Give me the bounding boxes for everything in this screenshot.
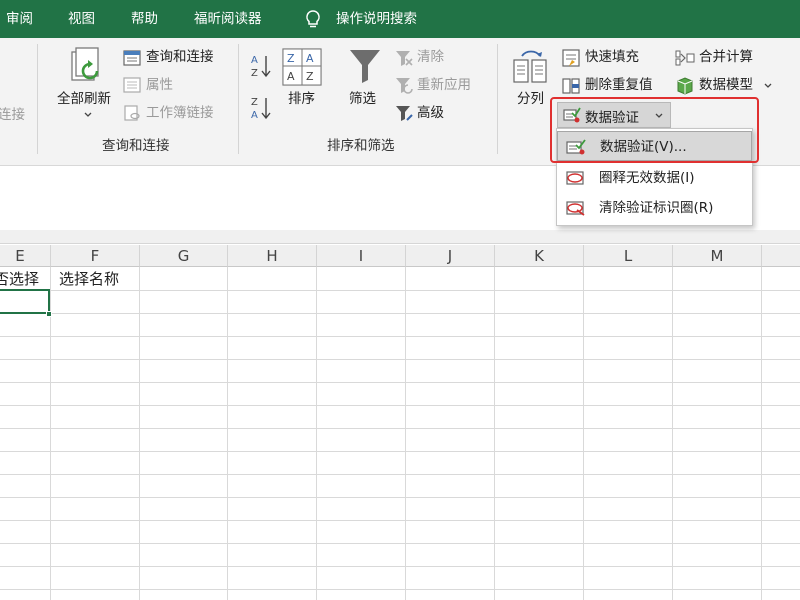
- column-header-n[interactable]: [762, 245, 800, 267]
- grid-line: [761, 267, 762, 600]
- svg-text:A: A: [287, 70, 295, 83]
- sort-button[interactable]: 排序: [288, 90, 315, 108]
- grid-line: [0, 428, 800, 429]
- sort-descending-icon[interactable]: Z A: [250, 94, 272, 122]
- advanced-filter-icon[interactable]: [395, 104, 413, 122]
- grid-line: [672, 267, 673, 600]
- grid-line: [0, 474, 800, 475]
- column-header-f[interactable]: F: [51, 245, 140, 267]
- grid-line: [0, 543, 800, 544]
- fill-handle[interactable]: [46, 311, 52, 317]
- menu-item-clear-circles[interactable]: 清除验证标识圈(R): [557, 193, 752, 223]
- grid-line: [0, 359, 800, 360]
- filter-funnel-icon[interactable]: [348, 48, 382, 84]
- grid-line: [0, 589, 800, 590]
- advanced-button[interactable]: 高级: [417, 104, 444, 122]
- text-to-columns-icon[interactable]: [512, 48, 550, 88]
- svg-text:Z: Z: [287, 52, 295, 65]
- svg-text:Z: Z: [306, 70, 314, 83]
- selected-cell-e2[interactable]: [0, 289, 50, 314]
- circle-invalid-data-icon: [566, 171, 584, 185]
- consolidate-button[interactable]: 合并计算: [699, 48, 753, 66]
- svg-text:Z: Z: [251, 97, 258, 108]
- grid-line: [139, 267, 140, 600]
- chevron-down-icon[interactable]: [83, 111, 93, 119]
- edit-links-icon: [124, 105, 140, 121]
- column-header-g[interactable]: G: [140, 245, 228, 267]
- grid-line: [0, 313, 800, 314]
- group-label-sort-filter: 排序和筛选: [327, 138, 395, 154]
- svg-text:A: A: [306, 52, 314, 65]
- grid-line: [0, 497, 800, 498]
- data-model-button[interactable]: 数据模型: [699, 76, 753, 94]
- reapply-button: 重新应用: [417, 77, 471, 93]
- ribbon-separator: [37, 44, 38, 154]
- grid-line: [0, 290, 800, 291]
- consolidate-icon[interactable]: [675, 49, 695, 67]
- query-connections-icon[interactable]: [123, 50, 141, 66]
- svg-text:A: A: [251, 110, 258, 121]
- tell-me-search[interactable]: 操作说明搜索: [336, 0, 417, 38]
- menu-item-label: 清除验证标识圈(R): [599, 200, 714, 216]
- column-header-e[interactable]: E: [0, 245, 51, 267]
- refresh-all-icon[interactable]: [68, 46, 108, 88]
- group-label-query: 查询和连接: [102, 138, 170, 154]
- filter-button[interactable]: 筛选: [349, 90, 376, 108]
- sort-ascending-icon[interactable]: A Z: [250, 52, 272, 80]
- grid-line: [0, 382, 800, 383]
- column-header-j[interactable]: J: [406, 245, 495, 267]
- red-highlight-annotation: [550, 97, 759, 163]
- column-header-h[interactable]: H: [228, 245, 317, 267]
- column-header-m[interactable]: M: [673, 245, 762, 267]
- column-header-k[interactable]: K: [495, 245, 584, 267]
- grid-line: [227, 267, 228, 600]
- grid-line: [0, 520, 800, 521]
- clear-button: 清除: [417, 49, 444, 65]
- column-header-i[interactable]: I: [317, 245, 406, 267]
- menu-bar: 审阅 视图 帮助 福昕阅读器 操作说明搜索: [0, 0, 800, 38]
- refresh-all-button[interactable]: 全部刷新: [57, 90, 111, 108]
- svg-text:A: A: [251, 55, 258, 66]
- tab-foxit-reader[interactable]: 福昕阅读器: [194, 0, 262, 38]
- data-model-icon[interactable]: [675, 77, 695, 95]
- text-to-columns-button[interactable]: 分列: [517, 90, 544, 108]
- grid-line: [494, 267, 495, 600]
- lightbulb-icon: [306, 10, 320, 28]
- cell-e1[interactable]: 否选择: [0, 268, 39, 290]
- grid-line: [405, 267, 406, 600]
- properties-button: 属性: [146, 77, 173, 93]
- menu-item-circle-invalid[interactable]: 圈释无效数据(I): [557, 163, 752, 193]
- grid-line: [0, 451, 800, 452]
- sort-dialog-icon[interactable]: Z A A Z: [282, 48, 322, 86]
- tab-view[interactable]: 视图: [68, 0, 95, 38]
- menu-item-label: 圈释无效数据(I): [599, 170, 695, 186]
- grid-line: [0, 405, 800, 406]
- column-header-l[interactable]: L: [584, 245, 673, 267]
- reapply-icon: [396, 78, 413, 94]
- svg-text:Z: Z: [251, 68, 258, 79]
- tab-review[interactable]: 审阅: [6, 0, 33, 38]
- chevron-down-icon[interactable]: [763, 82, 773, 90]
- cell-f1[interactable]: 选择名称: [59, 268, 119, 290]
- query-connections-button[interactable]: 查询和连接: [146, 48, 214, 66]
- grid-line: [0, 336, 800, 337]
- remove-duplicates-icon[interactable]: [562, 77, 580, 95]
- connections-label[interactable]: 连接: [0, 106, 25, 124]
- remove-duplicates-button[interactable]: 删除重复值: [585, 76, 653, 94]
- ribbon-separator: [238, 44, 239, 154]
- ribbon-separator: [497, 44, 498, 154]
- edit-links-button: 工作簿链接: [146, 105, 214, 121]
- flash-fill-icon[interactable]: [562, 49, 580, 67]
- flash-fill-button[interactable]: 快速填充: [585, 48, 639, 66]
- clear-filter-icon: [396, 51, 413, 66]
- ribbon-band: [0, 230, 800, 244]
- grid-line: [583, 267, 584, 600]
- grid-line: [316, 267, 317, 600]
- grid-line: [0, 566, 800, 567]
- tab-help[interactable]: 帮助: [131, 0, 158, 38]
- clear-validation-circles-icon: [566, 201, 585, 216]
- properties-icon: [123, 77, 141, 93]
